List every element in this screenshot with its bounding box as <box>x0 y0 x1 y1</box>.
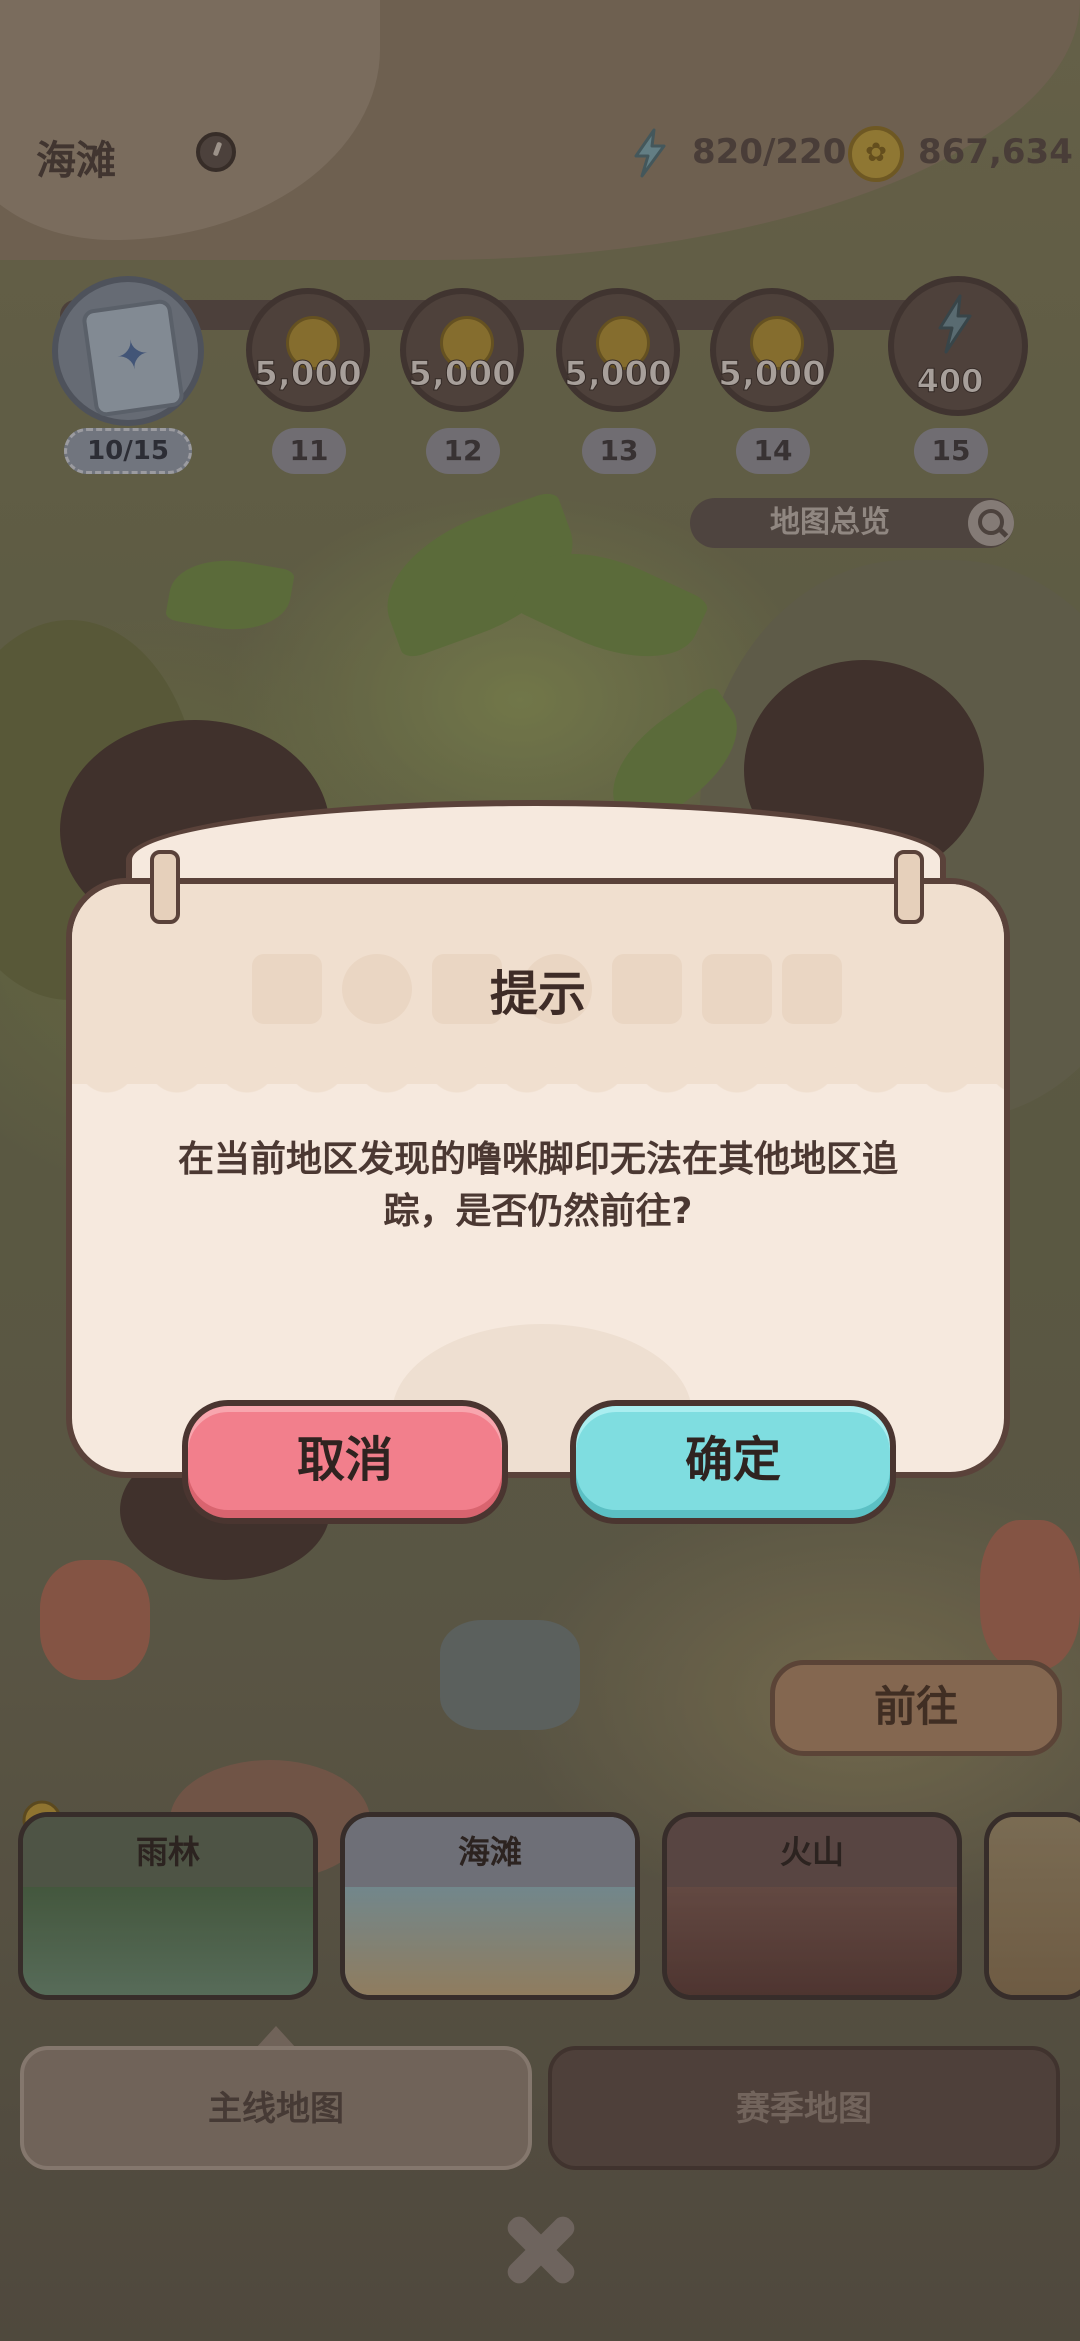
dialog-message-line: 踪，是否仍然前往? <box>383 1191 693 1232</box>
confirm-button[interactable]: 确定 <box>570 1400 896 1524</box>
hanger-hook-right <box>894 850 924 924</box>
hanger-hook-left <box>150 850 180 924</box>
dialog-title: 提示 <box>489 966 586 1022</box>
confirm-dialog: 提示 在当前地区发现的噜咪脚印无法在其他地区追 踪，是否仍然前往? 取消 确定 <box>66 800 1010 1524</box>
dialog-panel: 提示 在当前地区发现的噜咪脚印无法在其他地区追 踪，是否仍然前往? <box>66 878 1010 1478</box>
header-wave <box>72 1064 1004 1124</box>
dialog-message: 在当前地区发现的噜咪脚印无法在其他地区追 踪，是否仍然前往? <box>132 1134 944 1238</box>
cancel-button[interactable]: 取消 <box>182 1400 508 1524</box>
dialog-message-line: 在当前地区发现的噜咪脚印无法在其他地区追 <box>177 1139 898 1180</box>
